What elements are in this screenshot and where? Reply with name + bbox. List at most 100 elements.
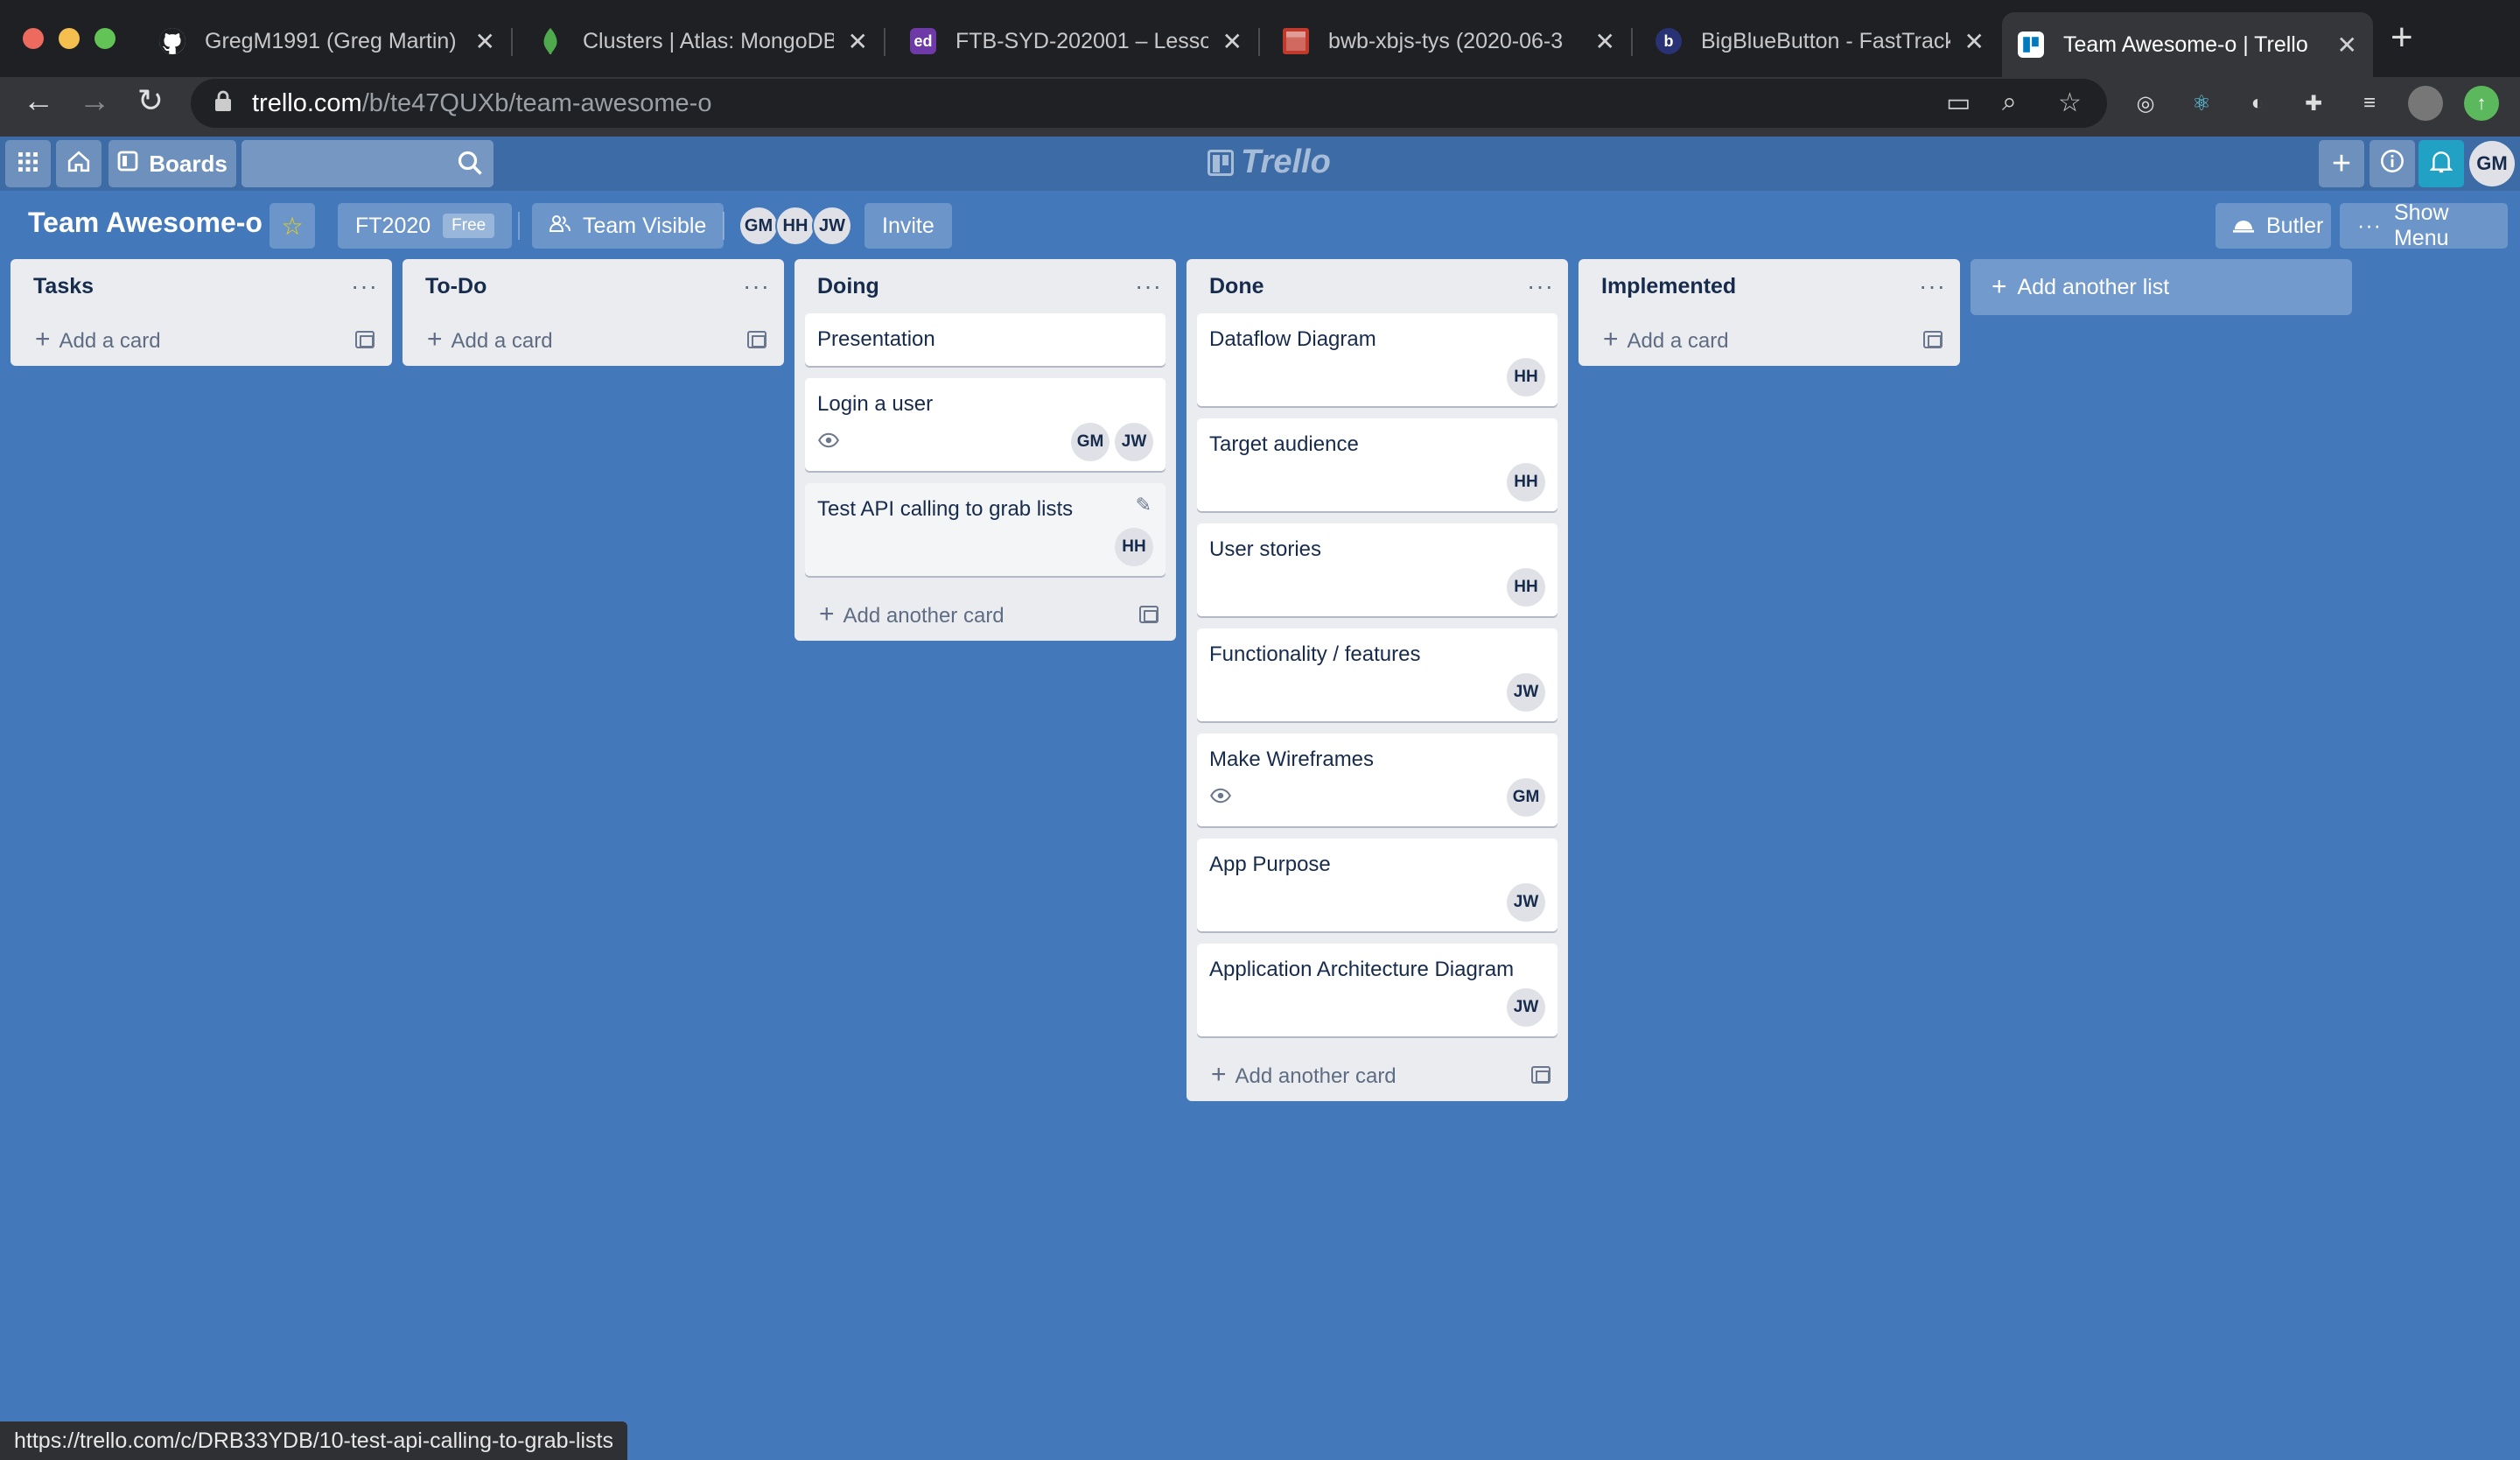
close-tab-icon[interactable]: ✕ xyxy=(848,27,868,56)
browser-tab-bwb[interactable]: bwb-xbjs-tys (2020-06-3 ✕ xyxy=(1267,11,1633,72)
browser-tab-mongodb[interactable]: Clusters | Atlas: MongoDB ✕ xyxy=(522,11,886,72)
card-member-avatar[interactable]: GM xyxy=(1507,778,1545,817)
show-menu-button[interactable]: ··· Show Menu xyxy=(2340,200,2508,250)
browser-tab-ed[interactable]: ed FTB-SYD-202001 – Lesso ✕ xyxy=(894,11,1260,72)
minimize-window-button[interactable] xyxy=(59,28,80,49)
card[interactable]: Dataflow Diagram HH xyxy=(1197,313,1558,406)
card-template-icon[interactable] xyxy=(1139,606,1158,623)
list-header[interactable]: Doing ··· xyxy=(794,259,1176,313)
close-tab-icon[interactable]: ✕ xyxy=(475,27,495,56)
edit-pencil-icon[interactable]: ✎ xyxy=(1136,494,1152,516)
card-template-icon[interactable] xyxy=(1923,331,1942,348)
add-card-button[interactable]: + Add a card xyxy=(10,313,392,366)
browser-tab-github[interactable]: GregM1991 (Greg Martin) ✕ xyxy=(144,11,513,72)
card[interactable]: Target audience HH xyxy=(1197,418,1558,511)
close-tab-icon[interactable]: ✕ xyxy=(1595,27,1615,56)
butler-button[interactable]: Butler xyxy=(2216,203,2331,249)
card-member-avatar[interactable]: HH xyxy=(1115,528,1153,566)
react-devtools-icon[interactable]: ⚛ xyxy=(2184,86,2219,121)
board-member-avatar[interactable]: GM xyxy=(738,206,779,246)
reload-icon[interactable]: ↻ xyxy=(131,82,170,119)
user-avatar[interactable]: GM xyxy=(2469,141,2515,186)
new-tab-icon[interactable]: + xyxy=(2390,16,2413,60)
trello-logo-mark-icon xyxy=(1208,149,1234,176)
card-template-icon[interactable] xyxy=(1531,1066,1550,1084)
home-button[interactable] xyxy=(56,140,102,187)
card-member-avatar[interactable]: HH xyxy=(1507,358,1545,397)
add-another-list-button[interactable]: + Add another list xyxy=(1970,259,2352,315)
trello-logo[interactable]: Trello xyxy=(1208,144,1331,181)
maximize-window-button[interactable] xyxy=(94,28,116,49)
list-header[interactable]: Implemented ··· xyxy=(1578,259,1960,313)
star-board-button[interactable]: ☆ xyxy=(270,203,315,249)
card[interactable]: Make Wireframes GM xyxy=(1197,734,1558,826)
add-card-button[interactable]: + Add another card xyxy=(1186,1049,1568,1101)
info-button[interactable] xyxy=(2370,140,2415,187)
profile-photo-icon[interactable] xyxy=(2408,86,2443,121)
cast-icon[interactable]: ▭ xyxy=(1946,88,1970,118)
apps-grid-button[interactable] xyxy=(5,140,51,187)
list-menu-icon[interactable]: ··· xyxy=(743,272,770,300)
card[interactable]: Application Architecture Diagram JW xyxy=(1197,944,1558,1036)
card-member-avatar[interactable]: JW xyxy=(1507,988,1545,1027)
card[interactable]: Test API calling to grab lists ✎ HH xyxy=(805,483,1166,576)
close-tab-icon[interactable]: ✕ xyxy=(1222,27,1242,56)
list-title[interactable]: Tasks xyxy=(33,274,94,299)
list-title[interactable]: Doing xyxy=(817,274,879,299)
extension-circle-icon[interactable]: ◐ xyxy=(2240,86,2275,121)
boards-button[interactable]: Boards xyxy=(108,140,236,187)
more-dots-icon: ··· xyxy=(2357,213,2382,238)
zoom-icon[interactable]: ⌕ xyxy=(2002,88,2017,117)
media-queue-icon[interactable]: ≡ xyxy=(2352,86,2387,121)
forward-arrow-icon[interactable]: → xyxy=(75,82,114,119)
list-title[interactable]: To-Do xyxy=(425,274,486,299)
browser-tab-trello-active[interactable]: Team Awesome-o | Trello ✕ xyxy=(2002,12,2373,77)
list-title[interactable]: Implemented xyxy=(1601,274,1736,299)
add-card-button[interactable]: + Add a card xyxy=(402,313,784,366)
board-title[interactable]: Team Awesome-o xyxy=(28,207,262,239)
visibility-button[interactable]: Team Visible xyxy=(532,203,724,249)
add-card-button[interactable]: + Add another card xyxy=(794,588,1176,641)
card[interactable]: App Purpose JW xyxy=(1197,839,1558,931)
list-menu-icon[interactable]: ··· xyxy=(1919,272,1946,300)
list-title[interactable]: Done xyxy=(1209,274,1264,299)
card-member-avatar[interactable]: JW xyxy=(1507,883,1545,922)
card-member-avatar[interactable]: HH xyxy=(1507,463,1545,502)
create-button[interactable]: + xyxy=(2319,140,2364,187)
card[interactable]: Presentation xyxy=(805,313,1166,366)
card-member-avatar[interactable]: JW xyxy=(1507,673,1545,712)
card[interactable]: Functionality / features JW xyxy=(1197,628,1558,721)
board-member-avatar[interactable]: JW xyxy=(812,206,852,246)
bookmark-star-icon[interactable]: ☆ xyxy=(2058,88,2082,118)
close-window-button[interactable] xyxy=(23,28,44,49)
back-arrow-icon[interactable]: ← xyxy=(19,82,58,119)
extension-target-icon[interactable]: ◎ xyxy=(2128,86,2163,121)
list-menu-icon[interactable]: ··· xyxy=(351,272,378,300)
card-member-avatar[interactable]: GM xyxy=(1071,423,1110,461)
update-arrow-icon[interactable]: ↑ xyxy=(2464,86,2499,121)
list-header[interactable]: To-Do ··· xyxy=(402,259,784,313)
browser-tab-bigbluebutton[interactable]: b BigBlueButton - FastTrack ✕ xyxy=(1640,11,2000,72)
extensions-puzzle-icon[interactable]: ✚ xyxy=(2296,86,2331,121)
invite-button[interactable]: Invite xyxy=(864,203,952,249)
list-header[interactable]: Tasks ··· xyxy=(10,259,392,313)
close-tab-icon[interactable]: ✕ xyxy=(2337,31,2357,60)
address-bar[interactable]: trello.com/b/te47QUXb/team-awesome-o ▭ ⌕… xyxy=(191,79,2107,128)
card-template-icon[interactable] xyxy=(747,331,766,348)
team-button[interactable]: FT2020 Free xyxy=(338,203,513,249)
card[interactable]: User stories HH xyxy=(1197,523,1558,616)
list-menu-icon[interactable]: ··· xyxy=(1527,272,1554,300)
list-menu-icon[interactable]: ··· xyxy=(1135,272,1162,300)
add-card-button[interactable]: + Add a card xyxy=(1578,313,1960,366)
notifications-button[interactable] xyxy=(2418,140,2464,187)
add-card-label: Add another card xyxy=(1235,1064,1396,1088)
card-member-avatar[interactable]: HH xyxy=(1507,568,1545,607)
board-member-avatar[interactable]: HH xyxy=(775,206,816,246)
card[interactable]: Login a user GM JW xyxy=(805,378,1166,471)
list-header[interactable]: Done ··· xyxy=(1186,259,1568,313)
close-tab-icon[interactable]: ✕ xyxy=(1964,27,1984,56)
card-title: Test API calling to grab lists xyxy=(817,497,1074,521)
search-input[interactable] xyxy=(242,140,494,187)
card-template-icon[interactable] xyxy=(355,331,374,348)
card-member-avatar[interactable]: JW xyxy=(1115,423,1153,461)
